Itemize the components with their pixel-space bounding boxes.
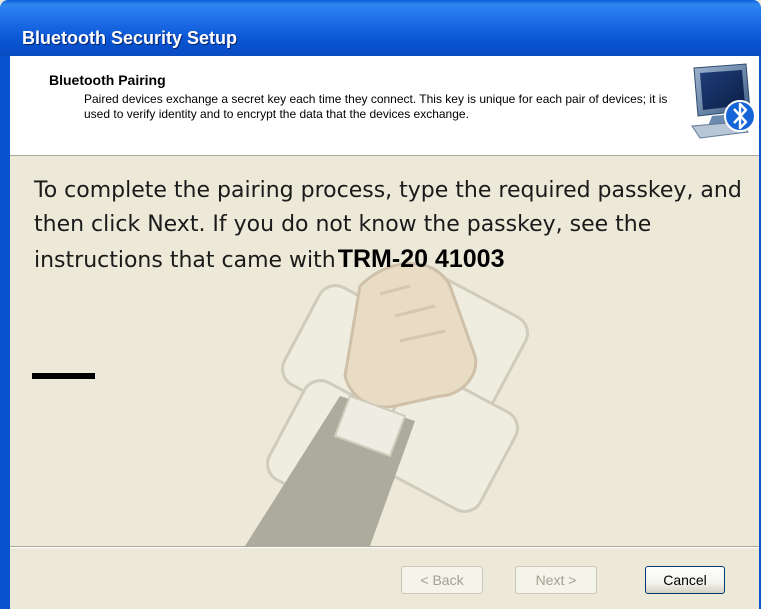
wizard-content: To complete the pairing process, type th… [10, 156, 759, 588]
pairing-instruction: To complete the pairing process, type th… [34, 174, 749, 278]
window-title: Bluetooth Security Setup [22, 28, 238, 48]
header-description: Paired devices exchange a secret key eac… [84, 92, 668, 121]
next-button[interactable]: Next > [515, 566, 597, 594]
window-frame-left [0, 56, 10, 609]
cancel-button[interactable]: Cancel [645, 566, 725, 594]
button-separator [10, 546, 759, 548]
title-bar[interactable]: Bluetooth Security Setup [0, 0, 761, 56]
bluetooth-computer-icon [691, 63, 756, 139]
device-name: TRM-20 41003 [337, 245, 505, 273]
header-title: Bluetooth Pairing [49, 72, 166, 88]
back-button[interactable]: < Back [401, 566, 483, 594]
wizard-header: Bluetooth Pairing Paired devices exchang… [10, 56, 759, 156]
hand-on-keypad-icon [245, 262, 529, 546]
bluetooth-security-setup-window: Bluetooth Security Setup Bluetooth Pairi… [0, 0, 761, 609]
passkey-caret [32, 373, 95, 379]
